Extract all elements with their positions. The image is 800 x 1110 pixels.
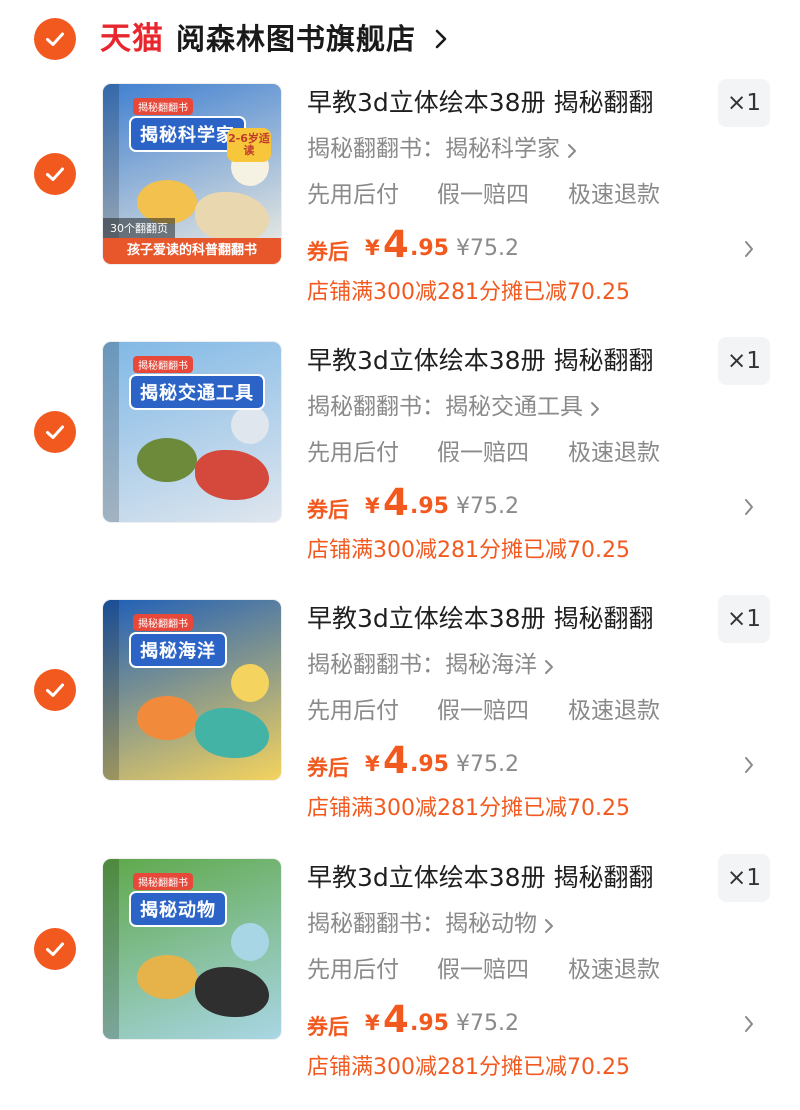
service-tag-fast-refund: 极速退款	[568, 440, 660, 466]
price-integer: 4	[383, 998, 409, 1041]
quantity-button[interactable]: ×1	[718, 79, 770, 127]
item-select-checkbox[interactable]	[34, 669, 76, 711]
service-tag-pay-later: 先用后付	[307, 182, 399, 208]
checkmark-icon	[46, 167, 64, 181]
product-cover-image[interactable]: 揭秘翻翻书 揭秘动物	[103, 859, 281, 1039]
quantity-button[interactable]: ×1	[718, 337, 770, 385]
currency-symbol: ¥	[365, 1011, 380, 1035]
chevron-right-icon[interactable]	[743, 498, 755, 516]
item-select-checkbox[interactable]	[34, 928, 76, 970]
chevron-right-icon[interactable]	[543, 918, 555, 934]
service-tag-pay-later: 先用后付	[307, 698, 399, 724]
checkmark-icon	[46, 425, 64, 439]
price-decimal: .95	[410, 1011, 449, 1036]
item-select-checkbox[interactable]	[34, 411, 76, 453]
sku-selector[interactable]: 揭秘翻翻书：揭秘动物	[307, 907, 537, 941]
cover-series-tag: 揭秘翻翻书	[133, 614, 193, 631]
cover-title: 揭秘海洋	[129, 632, 227, 668]
sku-selector[interactable]: 揭秘翻翻书：揭秘交通工具	[307, 390, 583, 424]
cover-ribbon-top: 30个翻翻页	[103, 218, 175, 238]
cover-series-tag: 揭秘翻翻书	[133, 873, 193, 890]
price-decimal: .95	[410, 752, 449, 777]
cart-item: 揭秘翻翻书 揭秘动物 早教3d立体绘本38册 揭秘翻翻 ×1 揭秘翻翻书：揭秘动…	[0, 775, 800, 1080]
product-title[interactable]: 早教3d立体绘本38册 揭秘翻翻	[307, 861, 654, 895]
service-tag-guarantee: 假一赔四	[437, 440, 529, 466]
sku-selector[interactable]: 揭秘翻翻书：揭秘科学家	[307, 132, 560, 166]
cart-item: 揭秘翻翻书 揭秘交通工具 早教3d立体绘本38册 揭秘翻翻 ×1 揭秘翻翻书：揭…	[0, 258, 800, 563]
cover-series-tag: 揭秘翻翻书	[133, 98, 193, 115]
product-title[interactable]: 早教3d立体绘本38册 揭秘翻翻	[307, 86, 654, 120]
service-tag-fast-refund: 极速退款	[568, 182, 660, 208]
service-tag-pay-later: 先用后付	[307, 957, 399, 983]
sku-selector[interactable]: 揭秘翻翻书：揭秘海洋	[307, 648, 537, 682]
chevron-right-icon[interactable]	[566, 143, 578, 159]
service-tag-pay-later: 先用后付	[307, 440, 399, 466]
service-tag-guarantee: 假一赔四	[437, 957, 529, 983]
product-title[interactable]: 早教3d立体绘本38册 揭秘翻翻	[307, 344, 654, 378]
product-cover-image[interactable]: 揭秘翻翻书 揭秘科学家 2-6岁适读 30个翻翻页 孩子爱读的科普翻翻书	[103, 84, 281, 264]
service-tag-guarantee: 假一赔四	[437, 698, 529, 724]
cover-series-tag: 揭秘翻翻书	[133, 356, 193, 373]
currency-symbol: ¥	[365, 494, 380, 518]
cart-item: 揭秘翻翻书 揭秘海洋 早教3d立体绘本38册 揭秘翻翻 ×1 揭秘翻翻书：揭秘海…	[0, 516, 800, 821]
original-price: ¥75.2	[456, 1011, 519, 1036]
product-cover-image[interactable]: 揭秘翻翻书 揭秘交通工具	[103, 342, 281, 522]
service-tag-fast-refund: 极速退款	[568, 957, 660, 983]
original-price: ¥75.2	[456, 752, 519, 777]
chevron-right-icon[interactable]	[743, 756, 755, 774]
service-tag-guarantee: 假一赔四	[437, 182, 529, 208]
chevron-right-icon[interactable]	[589, 401, 601, 417]
checkmark-icon	[46, 942, 64, 956]
quantity-button[interactable]: ×1	[718, 854, 770, 902]
cover-title: 揭秘动物	[129, 891, 227, 927]
cart-item: 揭秘翻翻书 揭秘科学家 2-6岁适读 30个翻翻页 孩子爱读的科普翻翻书 早教3d立…	[0, 0, 800, 305]
coupon-price-label: 券后	[307, 1015, 349, 1039]
chevron-right-icon[interactable]	[543, 659, 555, 675]
chevron-right-icon[interactable]	[743, 1015, 755, 1033]
cover-age-badge: 2-6岁适读	[227, 128, 271, 162]
quantity-button[interactable]: ×1	[718, 595, 770, 643]
item-select-checkbox[interactable]	[34, 153, 76, 195]
product-title[interactable]: 早教3d立体绘本38册 揭秘翻翻	[307, 602, 654, 636]
service-tag-fast-refund: 极速退款	[568, 698, 660, 724]
cover-title: 揭秘交通工具	[129, 374, 265, 410]
chevron-right-icon[interactable]	[743, 240, 755, 258]
currency-symbol: ¥	[365, 236, 380, 260]
promo-discount-text: 店铺满300减281分摊已减70.25	[307, 1055, 630, 1080]
currency-symbol: ¥	[365, 752, 380, 776]
checkmark-icon	[46, 683, 64, 697]
product-cover-image[interactable]: 揭秘翻翻书 揭秘海洋	[103, 600, 281, 780]
